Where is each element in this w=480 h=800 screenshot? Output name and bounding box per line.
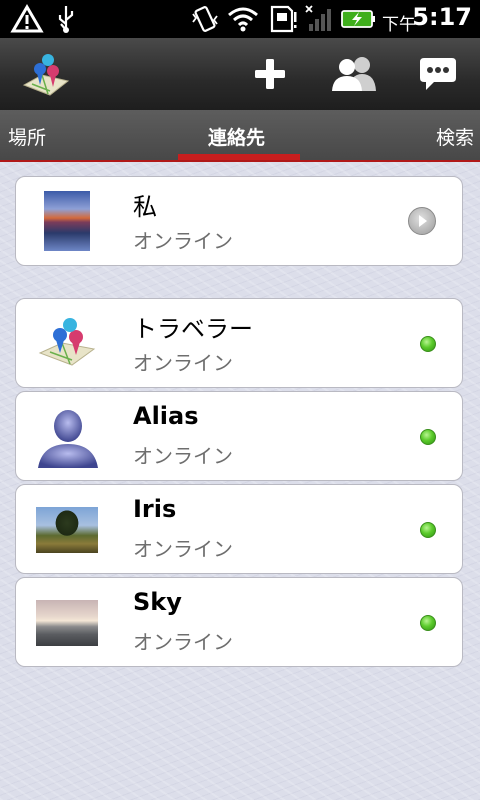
usb-icon bbox=[58, 6, 74, 33]
chat-button[interactable] bbox=[410, 48, 466, 100]
signal-icon bbox=[305, 5, 331, 31]
contact-name: Iris bbox=[133, 495, 177, 523]
people-icon bbox=[332, 57, 376, 91]
tab-contacts[interactable]: 連絡先 bbox=[208, 123, 265, 150]
tree-photo-avatar bbox=[36, 507, 98, 553]
my-status: オンライン bbox=[133, 229, 233, 253]
battery-charging-icon bbox=[341, 10, 375, 28]
tab-places[interactable]: 場所 bbox=[8, 123, 46, 150]
status-bar: 下午 5:17 bbox=[0, 0, 480, 38]
contact-status: オンライン bbox=[133, 537, 233, 561]
my-name: 私 bbox=[133, 193, 157, 221]
contact-name: トラベラー bbox=[133, 315, 253, 343]
my-avatar bbox=[44, 191, 90, 251]
clock-time: 5:17 bbox=[412, 3, 472, 31]
tab-search[interactable]: 検索 bbox=[436, 123, 474, 150]
wifi-icon bbox=[228, 7, 258, 32]
beach-photo-avatar bbox=[36, 600, 98, 646]
contacts-button[interactable] bbox=[326, 48, 382, 100]
my-profile-row[interactable]: 私 オンライン bbox=[15, 176, 463, 266]
contact-name: Sky bbox=[133, 588, 182, 616]
contact-row[interactable]: トラベラー オンライン bbox=[15, 298, 463, 388]
clock-ampm: 下午 bbox=[382, 15, 416, 35]
map-pins-app-icon bbox=[22, 54, 70, 96]
tab-bar: 場所 連絡先 検索 bbox=[0, 110, 480, 162]
contact-name: Alias bbox=[133, 402, 199, 430]
online-indicator-icon bbox=[420, 336, 436, 352]
action-bar bbox=[0, 38, 480, 110]
active-tab-indicator bbox=[178, 154, 300, 160]
map-pins-avatar bbox=[38, 318, 96, 366]
contact-row[interactable]: Iris オンライン bbox=[15, 484, 463, 574]
online-indicator-icon bbox=[420, 615, 436, 631]
contact-status: オンライン bbox=[133, 444, 233, 468]
contact-status: オンライン bbox=[133, 351, 233, 375]
contact-row[interactable]: Sky オンライン bbox=[15, 577, 463, 667]
add-button[interactable] bbox=[242, 48, 298, 100]
app-logo[interactable] bbox=[18, 48, 74, 100]
contact-status: オンライン bbox=[133, 630, 233, 654]
default-person-avatar bbox=[38, 410, 98, 468]
chat-bubble-icon bbox=[420, 58, 456, 90]
contact-row[interactable]: Alias オンライン bbox=[15, 391, 463, 481]
online-indicator-icon bbox=[420, 429, 436, 445]
sd-card-icon bbox=[270, 5, 297, 33]
chevron-right-icon[interactable] bbox=[408, 207, 436, 235]
contact-list-area: 私 オンライン トラベラー オンライン Alias オンライン Iris オンラ… bbox=[0, 162, 480, 800]
plus-icon bbox=[255, 59, 285, 89]
warning-icon bbox=[10, 4, 44, 33]
vibrate-icon bbox=[192, 6, 218, 32]
online-indicator-icon bbox=[420, 522, 436, 538]
